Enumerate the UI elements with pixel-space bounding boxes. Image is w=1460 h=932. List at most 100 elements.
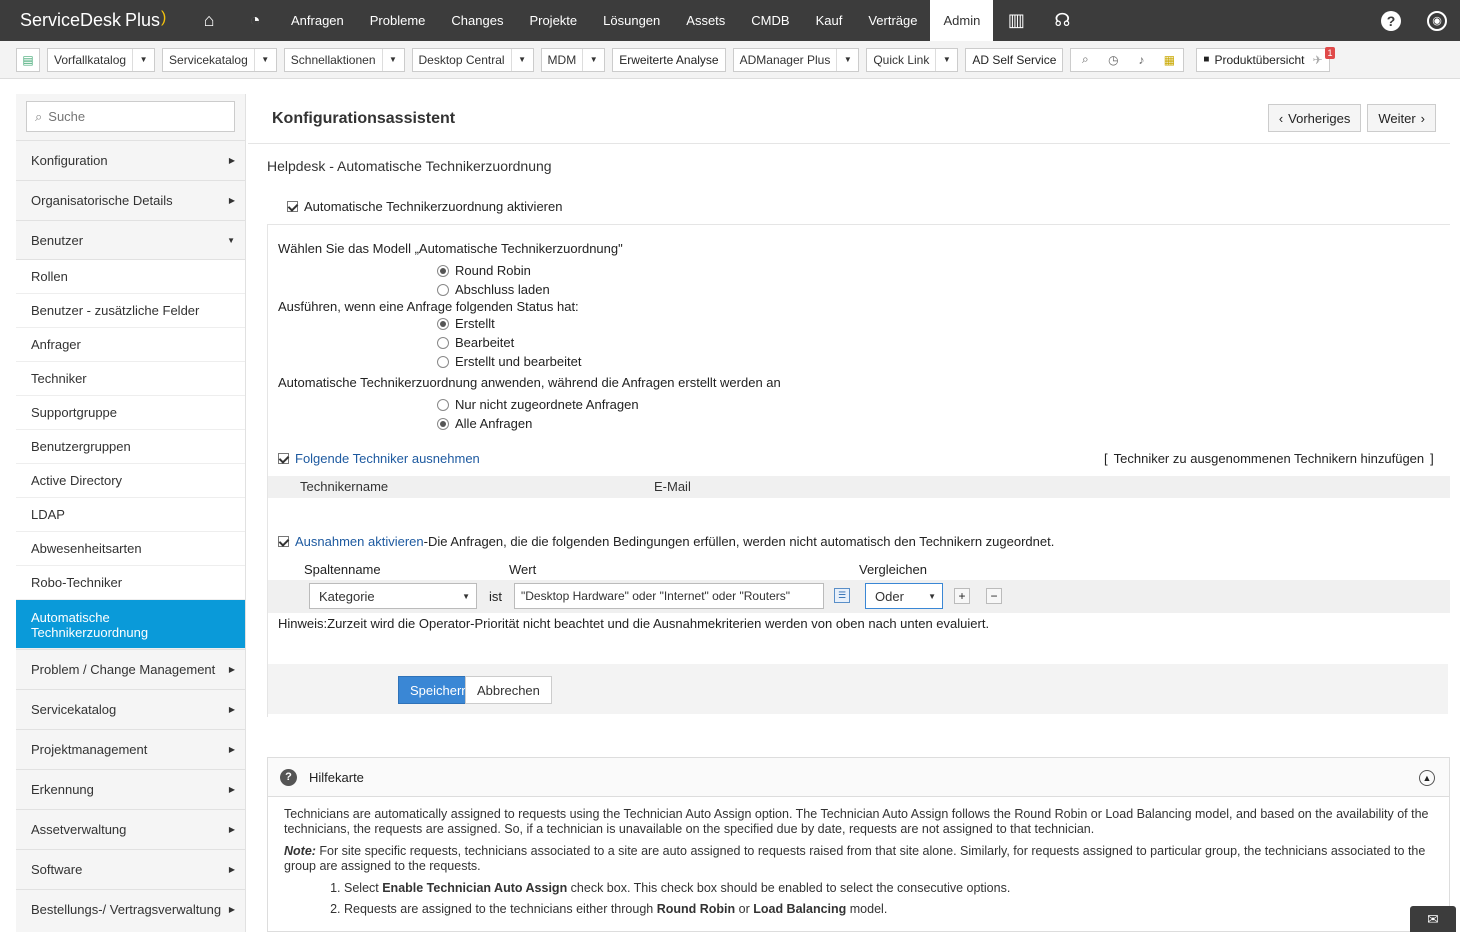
nav-admin[interactable]: Admin <box>930 0 994 41</box>
previous-button[interactable]: ‹ Vorheriges <box>1267 104 1362 132</box>
chat-icon[interactable]: ✉ <box>1410 906 1456 932</box>
caret-right-icon: ▶ <box>228 745 235 754</box>
sidebar-item-bestellungs-vertragsverwaltung[interactable]: Bestellungs-/ Vertragsverwaltung ▶ <box>16 889 245 929</box>
sidebar-item-erkennung[interactable]: Erkennung ▶ <box>16 769 245 809</box>
radio-button[interactable] <box>437 398 449 411</box>
sidebar-item-projektmanagement[interactable]: Projektmanagement ▶ <box>16 729 245 769</box>
video-icon: ■ <box>1203 54 1210 65</box>
reports-icon[interactable]: ▥ <box>993 0 1039 41</box>
radio-button[interactable] <box>437 317 449 330</box>
sidebar-sub-techniker[interactable]: Techniker <box>16 362 245 396</box>
add-criteria-icon[interactable]: + <box>954 588 970 604</box>
exceptions-link[interactable]: Ausnahmen aktivieren <box>295 534 424 549</box>
dropdown-mdm[interactable]: MDM ▼ <box>540 47 606 72</box>
dropdown-desktop-central[interactable]: Desktop Central ▼ <box>411 47 534 72</box>
dropdown-vorfallkatalog[interactable]: Vorfallkatalog ▼ <box>47 47 156 72</box>
nav-cmdb[interactable]: CMDB <box>738 0 802 41</box>
option-round-robin[interactable]: Round Robin <box>437 263 531 278</box>
bell-icon[interactable]: ♪ <box>1127 53 1155 67</box>
column-header-email: E-Mail <box>654 479 691 494</box>
exclude-technicians-checkbox[interactable] <box>278 453 289 464</box>
nav-loesungen[interactable]: Lösungen <box>590 0 673 41</box>
product-overview-label: Produktübersicht <box>1214 52 1305 67</box>
option-abschluss-laden[interactable]: Abschluss laden <box>437 282 550 297</box>
sidebar-sub-ldap[interactable]: LDAP <box>16 498 245 532</box>
dashboard-icon[interactable]: ◔ <box>232 0 278 41</box>
sidebar-search-input[interactable] <box>48 109 219 124</box>
sidebar-sub-rollen[interactable]: Rollen <box>16 260 245 294</box>
sidebar-search[interactable]: ⌕ <box>26 101 235 132</box>
sidebar-item-assetverwaltung[interactable]: Assetverwaltung ▶ <box>16 809 245 849</box>
user-avatar-icon[interactable]: ◉ <box>1414 0 1460 41</box>
option-nur-nicht-zugeordnete[interactable]: Nur nicht zugeordnete Anfragen <box>437 397 639 412</box>
exclude-technicians-label[interactable]: Folgende Techniker ausnehmen <box>295 451 480 466</box>
criteria-column-select[interactable]: Kategorie ▼ <box>309 583 477 609</box>
help-card-header[interactable]: ? Hilfekarte ▲ <box>268 758 1449 797</box>
sidebar-sub-anfrager[interactable]: Anfrager <box>16 328 245 362</box>
app-logo[interactable]: ServiceDesk Plus ) <box>0 9 186 31</box>
chevron-up-icon[interactable]: ▲ <box>1419 770 1435 786</box>
cancel-button[interactable]: Abbrechen <box>465 676 552 704</box>
radio-button[interactable] <box>437 283 449 296</box>
nav-probleme[interactable]: Probleme <box>357 0 439 41</box>
nav-projekte[interactable]: Projekte <box>516 0 590 41</box>
radio-button[interactable] <box>437 417 449 430</box>
criteria-compare-select[interactable]: Oder ▼ <box>865 583 943 609</box>
nav-kauf[interactable]: Kauf <box>803 0 856 41</box>
dropdown-admanager-plus[interactable]: ADManager Plus ▼ <box>732 47 860 72</box>
add-excluded-technicians-link[interactable]: [ Techniker zu ausgenommenen Technikern … <box>1104 451 1434 466</box>
remove-criteria-icon[interactable]: − <box>986 588 1002 604</box>
sidebar-item-label: Konfiguration <box>31 153 108 168</box>
sidebar-item-software[interactable]: Software ▶ <box>16 849 245 889</box>
nav-changes[interactable]: Changes <box>438 0 516 41</box>
dropdown-schnellaktionen[interactable]: Schnellaktionen ▼ <box>283 47 405 72</box>
nav-vertraege[interactable]: Verträge <box>855 0 930 41</box>
sidebar-sub-abwesenheitsarten[interactable]: Abwesenheitsarten <box>16 532 245 566</box>
option-erstellt[interactable]: Erstellt <box>437 316 495 331</box>
help-icon[interactable]: ? <box>1368 0 1414 41</box>
exceptions-checkbox[interactable] <box>278 536 289 547</box>
sidebar-item-konfiguration[interactable]: Konfiguration ▶ <box>16 140 245 180</box>
sidebar-sub-supportgruppe[interactable]: Supportgruppe <box>16 396 245 430</box>
dropdown-quick-link[interactable]: Quick Link ▼ <box>866 47 959 72</box>
enable-auto-assign-checkbox[interactable] <box>287 201 298 212</box>
radio-button[interactable] <box>437 336 449 349</box>
sidebar-sub-active-directory[interactable]: Active Directory <box>16 464 245 498</box>
sidebar-sub-automatische-technikerzuordnung[interactable]: Automatische Technikerzuordnung <box>16 600 245 649</box>
value-picker-icon[interactable]: ☰ <box>834 588 850 603</box>
add-excluded-technicians-label: Techniker zu ausgenommenen Technikern hi… <box>1113 451 1425 466</box>
option-label: Alle Anfragen <box>455 416 533 431</box>
dropdown-servicekatalog[interactable]: Servicekatalog ▼ <box>162 47 277 72</box>
sidebar-item-problem-change[interactable]: Problem / Change Management ▶ <box>16 649 245 689</box>
product-overview-button[interactable]: ■ Produktübersicht ✈ <box>1196 47 1330 72</box>
top-navigation: ServiceDesk Plus ) ⌂ ◔ Anfragen Probleme… <box>0 0 1460 41</box>
sidebar-sub-robo-techniker[interactable]: Robo-Techniker <box>16 566 245 600</box>
home-icon[interactable]: ⌂ <box>186 0 232 41</box>
help-note-label: Note: <box>284 844 316 858</box>
radio-button[interactable] <box>437 355 449 368</box>
history-icon[interactable]: ◷ <box>1099 53 1127 67</box>
next-button[interactable]: Weiter › <box>1367 104 1436 132</box>
headset-icon[interactable]: ☊ <box>1039 0 1085 41</box>
sidebar-item-benutzer[interactable]: Benutzer ▼ <box>16 220 245 260</box>
nav-assets[interactable]: Assets <box>673 0 738 41</box>
help-step-text: or <box>735 902 754 916</box>
notes-icon[interactable]: ▦ <box>1155 53 1183 67</box>
sidebar-sub-benutzergruppen[interactable]: Benutzergruppen <box>16 430 245 464</box>
criteria-value-input[interactable]: "Desktop Hardware" oder "Internet" oder … <box>514 583 824 609</box>
sidebar-sub-benutzer-felder[interactable]: Benutzer - zusätzliche Felder <box>16 294 245 328</box>
excluded-technicians-table-header: Technikername E-Mail <box>268 476 1450 498</box>
option-alle-anfragen[interactable]: Alle Anfragen <box>437 416 532 431</box>
ad-self-service-button[interactable]: AD Self Service <box>965 47 1064 72</box>
option-erstellt-und-bearbeitet[interactable]: Erstellt und bearbeitet <box>437 354 581 369</box>
sidebar-item-organisatorische-details[interactable]: Organisatorische Details ▶ <box>16 180 245 220</box>
option-bearbeitet[interactable]: Bearbeitet <box>437 335 514 350</box>
exception-criteria-row: Kategorie ▼ ist "Desktop Hardware" oder "… <box>268 580 1450 613</box>
caret-down-icon: ▼ <box>227 235 235 245</box>
sidebar-item-servicekatalog[interactable]: Servicekatalog ▶ <box>16 689 245 729</box>
erweiterte-analyse-button[interactable]: Erweiterte Analyse <box>612 47 726 72</box>
search-icon[interactable]: ⌕ <box>1071 52 1099 67</box>
nav-anfragen[interactable]: Anfragen <box>278 0 357 41</box>
new-request-icon[interactable]: ▤ <box>16 47 40 72</box>
radio-button[interactable] <box>437 264 449 277</box>
